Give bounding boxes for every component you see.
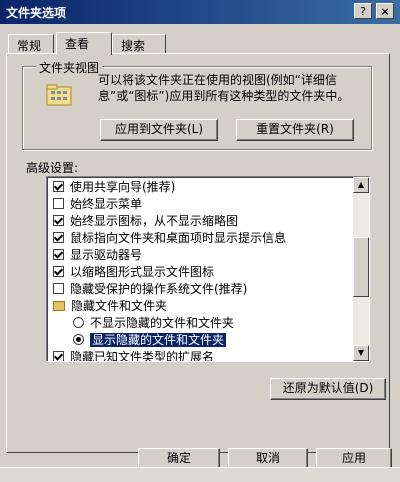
list-item[interactable]: 显示驱动器号 [53,247,142,264]
close-button[interactable]: × [376,3,394,19]
advanced-settings-items: 使用共享向导(推荐) 始终显示菜单 始终显示图标，从不显示缩略图 鼠标指向文件夹… [47,177,355,361]
radio-button[interactable] [73,334,84,345]
folder-icon [53,301,65,311]
window-title: 文件夹选项 [6,6,67,20]
scroll-thumb[interactable] [353,237,369,297]
checkbox[interactable] [53,198,64,209]
list-item-label: 显示隐藏的文件和文件夹 [88,332,228,348]
list-item-label: 显示驱动器号 [70,248,143,262]
list-item-label: 始终显示图标，从不显示缩略图 [70,214,239,228]
list-item[interactable]: 始终显示图标，从不显示缩略图 [53,213,238,230]
reset-folders-button[interactable]: 重置文件夹(R) [236,119,354,141]
checkbox[interactable] [53,266,64,277]
checkbox[interactable] [53,351,64,361]
list-item-label: 鼠标指向文件夹和桌面项时显示提示信息 [70,231,287,245]
list-item-selected[interactable]: 显示隐藏的文件和文件夹 [73,332,228,349]
folder-views-description: 可以将该文件夹正在使用的视图(例如“详细信息”或“图标”)应用到所有这种类型的文… [98,73,350,103]
checkbox[interactable] [53,181,64,192]
radio-button[interactable] [73,317,84,328]
list-item-label: 隐藏受保护的操作系统文件(推荐) [70,282,248,296]
list-item-label: 始终显示菜单 [70,197,143,211]
list-item[interactable]: 鼠标指向文件夹和桌面项时显示提示信息 [53,230,286,247]
title-bar: 文件夹选项 ? × [0,0,400,24]
folder-view-icon [46,84,72,106]
checkbox[interactable] [53,232,64,243]
scroll-down-icon[interactable]: ▼ [353,345,369,361]
help-button[interactable]: ? [354,3,372,19]
advanced-settings-list[interactable]: 使用共享向导(推荐) 始终显示菜单 始终显示图标，从不显示缩略图 鼠标指向文件夹… [46,176,370,362]
tab-view[interactable]: 查看 [56,32,112,55]
tab-search[interactable]: 搜索 [112,34,166,54]
restore-defaults-button[interactable]: 还原为默认值(D) [270,378,386,400]
folder-views-legend: 文件夹视图 [36,59,103,76]
checkbox[interactable] [53,249,64,260]
vertical-scrollbar[interactable]: ▲ ▼ [353,177,369,361]
scroll-up-icon[interactable]: ▲ [353,177,369,193]
taskbar-strip [0,467,400,482]
list-item[interactable]: 使用共享向导(推荐) [53,179,175,196]
list-item-label: 不显示隐藏的文件和文件夹 [90,316,235,330]
list-item-label: 隐藏已知文件类型的扩展名 [70,350,215,362]
list-item[interactable]: 隐藏已知文件类型的扩展名 [53,349,215,362]
list-item[interactable]: 隐藏受保护的操作系统文件(推荐) [53,281,247,298]
advanced-settings-label: 高级设置: [26,161,79,175]
apply-to-folders-button[interactable]: 应用到文件夹(L) [100,119,218,141]
checkbox[interactable] [53,215,64,226]
list-item-label: 以缩略图形式显示文件图标 [70,265,215,279]
list-item[interactable]: 以缩略图形式显示文件图标 [53,264,214,281]
tab-general[interactable]: 常规 [8,34,54,54]
list-item: 隐藏文件和文件夹 [53,298,167,315]
list-item-label: 隐藏文件和文件夹 [71,299,168,313]
checkbox[interactable] [53,283,64,294]
list-item[interactable]: 不显示隐藏的文件和文件夹 [73,315,234,332]
list-item-label: 使用共享向导(推荐) [70,180,176,194]
list-item[interactable]: 始终显示菜单 [53,196,142,213]
